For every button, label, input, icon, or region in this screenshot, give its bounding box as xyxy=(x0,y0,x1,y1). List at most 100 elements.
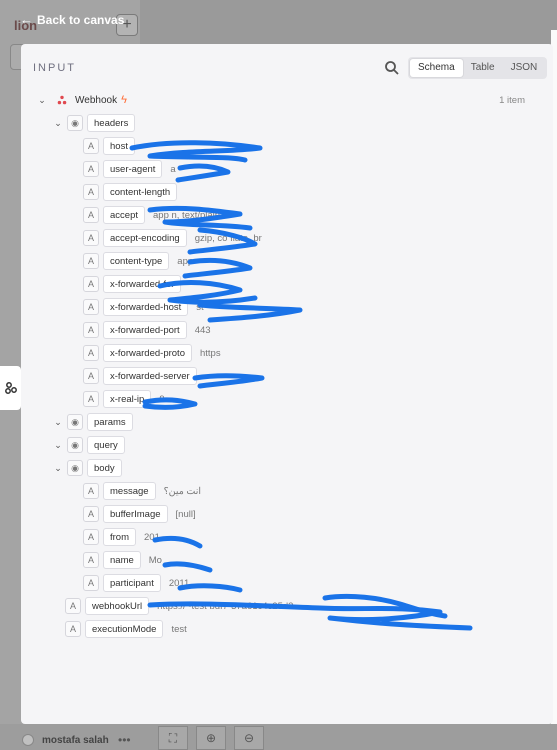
field-value: [null] xyxy=(175,508,196,520)
search-icon[interactable] xyxy=(384,60,400,76)
webhook-icon xyxy=(4,382,17,394)
tree-field[interactable]: A user-agent a xyxy=(83,159,176,179)
field-value: app xyxy=(177,255,194,267)
avatar[interactable] xyxy=(22,734,34,746)
field-key: accept xyxy=(103,206,145,224)
text-type-icon: A xyxy=(83,138,99,154)
tree-field[interactable]: A x-forwarded-port 443 xyxy=(83,320,211,340)
query-group[interactable]: ⌄ ◉ query xyxy=(53,435,125,455)
tree-field[interactable]: A bufferImage [null] xyxy=(83,504,196,524)
field-value: 201 xyxy=(144,531,160,543)
cube-icon: ◉ xyxy=(67,437,83,453)
item-count: 1 item xyxy=(499,94,525,106)
field-key: accept-encoding xyxy=(103,229,187,247)
node-connector-tab[interactable] xyxy=(0,366,21,410)
node-name: Webhook xyxy=(75,94,118,106)
cube-icon: ◉ xyxy=(67,414,83,430)
text-type-icon: A xyxy=(83,161,99,177)
tree-field[interactable]: A content-length xyxy=(83,182,185,202)
field-key: body xyxy=(87,459,122,477)
field-key: content-length xyxy=(103,183,178,201)
chevron-down-icon[interactable]: ⌄ xyxy=(37,95,47,106)
text-type-icon: A xyxy=(83,253,99,269)
field-key: x-forwarded-server xyxy=(103,367,197,385)
field-key: x-forwarded-port xyxy=(103,321,187,339)
tree-field[interactable]: A participant 2011 xyxy=(83,573,189,593)
tree-field[interactable]: A accept app n, text/plain, */* xyxy=(83,205,235,225)
tree-field[interactable]: A x-forwarded-proto https xyxy=(83,343,221,363)
field-value: 443 xyxy=(194,324,211,336)
text-type-icon: A xyxy=(83,207,99,223)
text-type-icon: A xyxy=(83,230,99,246)
field-key: message xyxy=(103,482,156,500)
field-value: gzip, co flate, br xyxy=(194,232,262,244)
field-key: webhookUrl xyxy=(85,597,150,615)
field-key: x-forwarded-for xyxy=(103,275,182,293)
field-value: انت مين؟ xyxy=(163,485,202,497)
tree-field[interactable]: A host xyxy=(83,136,143,156)
zoom-in-icon[interactable]: ⊕ xyxy=(196,726,226,750)
tree-field[interactable]: A name Mo xyxy=(83,550,162,570)
schema-view-button[interactable]: Schema xyxy=(410,59,463,77)
text-type-icon: A xyxy=(83,322,99,338)
view-mode-toggle: Schema Table JSON xyxy=(408,57,548,79)
chevron-down-icon[interactable]: ⌄ xyxy=(53,118,63,129)
chevron-down-icon[interactable]: ⌄ xyxy=(53,440,63,451)
field-key: user-agent xyxy=(103,160,163,178)
tree-field[interactable]: A from 201 xyxy=(83,527,160,547)
chevron-down-icon[interactable]: ⌄ xyxy=(53,417,63,428)
text-type-icon: A xyxy=(83,575,99,591)
field-key: x-forwarded-host xyxy=(103,298,189,316)
tree-field[interactable]: A x-forwarded-host st xyxy=(83,297,204,317)
field-key: query xyxy=(87,436,125,454)
field-key: params xyxy=(87,413,133,431)
field-key: x-real-ip xyxy=(103,390,152,408)
params-group[interactable]: ⌄ ◉ params xyxy=(53,412,133,432)
text-type-icon: A xyxy=(83,552,99,568)
text-type-icon: A xyxy=(83,506,99,522)
field-value: 9 xyxy=(159,393,165,405)
back-to-canvas-link[interactable]: ← Back to canvas xyxy=(20,12,124,27)
chevron-down-icon[interactable]: ⌄ xyxy=(53,463,63,474)
text-type-icon: A xyxy=(65,598,81,614)
headers-group[interactable]: ⌄ ◉ headers xyxy=(53,113,136,133)
webhook-node-row[interactable]: ⌄ Webhook ϟ 1 item xyxy=(37,90,537,110)
field-value: https:// -test bdf7-37a61c4c25d2 xyxy=(157,600,294,612)
field-key: name xyxy=(103,551,141,569)
back-link-label: Back to canvas xyxy=(37,12,125,27)
field-value: a xyxy=(170,163,176,175)
field-key: headers xyxy=(87,114,136,132)
tree-field[interactable]: A webhookUrl https:// -test bdf7-37a61c4… xyxy=(65,596,293,616)
field-key: bufferImage xyxy=(103,505,168,523)
zoom-out-icon[interactable]: ⊖ xyxy=(234,726,264,750)
body-group[interactable]: ⌄ ◉ body xyxy=(53,458,122,478)
field-value: st xyxy=(196,301,204,313)
tree-field[interactable]: A content-type app xyxy=(83,251,193,271)
panel-header: INPUT Schema Table JSON xyxy=(21,44,553,88)
tree-field[interactable]: A executionMode test xyxy=(65,619,187,639)
field-key: participant xyxy=(103,574,161,592)
lightning-bolt-icon: ϟ xyxy=(121,94,127,106)
text-type-icon: A xyxy=(83,529,99,545)
json-view-button[interactable]: JSON xyxy=(503,59,546,77)
tree-field[interactable]: A x-forwarded-server xyxy=(83,366,205,386)
text-type-icon: A xyxy=(83,483,99,499)
tree-field[interactable]: A message انت مين؟ xyxy=(83,481,201,501)
fit-view-icon[interactable]: ⛶ xyxy=(158,726,188,750)
field-key: content-type xyxy=(103,252,170,270)
text-type-icon: A xyxy=(83,345,99,361)
field-key: from xyxy=(103,528,136,546)
webhook-icon xyxy=(55,93,69,107)
field-value: app n, text/plain, */* xyxy=(153,209,236,221)
text-type-icon: A xyxy=(83,368,99,384)
input-panel: INPUT Schema Table JSON ⌄ Webhook ϟ 1 it… xyxy=(21,44,553,724)
arrow-left-icon: ← xyxy=(20,12,33,27)
tree-field[interactable]: A x-real-ip 9 xyxy=(83,389,165,409)
tree-field[interactable]: A x-forwarded-for xyxy=(83,274,189,294)
user-menu-button[interactable]: ••• xyxy=(118,733,131,747)
table-view-button[interactable]: Table xyxy=(463,59,503,77)
text-type-icon: A xyxy=(83,276,99,292)
tree-field[interactable]: A accept-encoding gzip, co flate, br xyxy=(83,228,262,248)
text-type-icon: A xyxy=(83,184,99,200)
field-key: x-forwarded-proto xyxy=(103,344,192,362)
